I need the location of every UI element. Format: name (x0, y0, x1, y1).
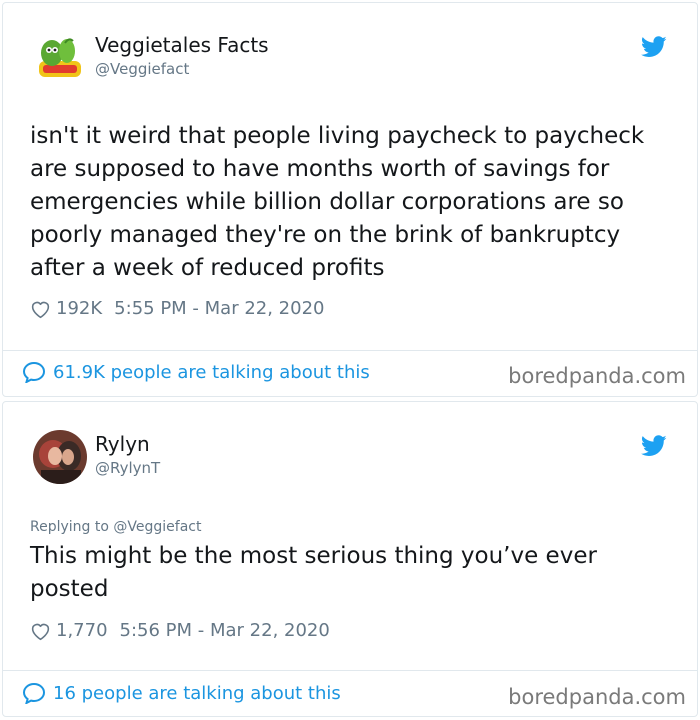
user-handle[interactable]: @RylynT (95, 459, 160, 477)
display-name[interactable]: Rylyn (95, 432, 150, 456)
heart-icon[interactable] (30, 299, 51, 319)
tweet-text: isn't it weird that people living payche… (30, 123, 645, 281)
twitter-bird-icon[interactable] (640, 435, 667, 457)
replying-mention[interactable]: @Veggiefact (113, 519, 201, 535)
talking-link[interactable]: 16 people are talking about this (22, 682, 341, 704)
tweet-text: This might be the most serious thing you… (30, 543, 597, 602)
replying-to: Replying to @Veggiefact (30, 519, 201, 535)
display-name[interactable]: Veggietales Facts (95, 33, 269, 57)
reply-bubble-icon (22, 682, 46, 704)
like-count[interactable]: 192K (56, 298, 102, 319)
talking-text[interactable]: 61.9K people are talking about this (53, 362, 370, 383)
tweet-timestamp[interactable]: 5:56 PM - Mar 22, 2020 (120, 620, 330, 641)
watermark: boredpanda.com (508, 364, 686, 388)
talking-text[interactable]: 16 people are talking about this (53, 683, 341, 704)
divider (2, 350, 698, 351)
watermark: boredpanda.com (508, 685, 686, 709)
heart-icon[interactable] (30, 621, 51, 641)
reply-bubble-icon (22, 361, 46, 383)
user-handle[interactable]: @Veggiefact (95, 60, 189, 78)
twitter-bird-icon[interactable] (640, 36, 667, 58)
like-count[interactable]: 1,770 (56, 620, 108, 641)
veggietales-avatar[interactable] (33, 31, 87, 85)
tweet-header: Veggietales Facts @Veggiefact (3, 3, 697, 93)
divider (2, 670, 698, 671)
tweet-meta: 192K 5:55 PM - Mar 22, 2020 (30, 298, 324, 319)
tweet-timestamp[interactable]: 5:55 PM - Mar 22, 2020 (114, 298, 324, 319)
tweet-meta: 1,770 5:56 PM - Mar 22, 2020 (30, 620, 330, 641)
tweet-header: Rylyn @RylynT (3, 402, 697, 492)
talking-link[interactable]: 61.9K people are talking about this (22, 361, 370, 383)
rylyn-avatar[interactable] (33, 430, 87, 484)
replying-label: Replying to (30, 519, 109, 535)
